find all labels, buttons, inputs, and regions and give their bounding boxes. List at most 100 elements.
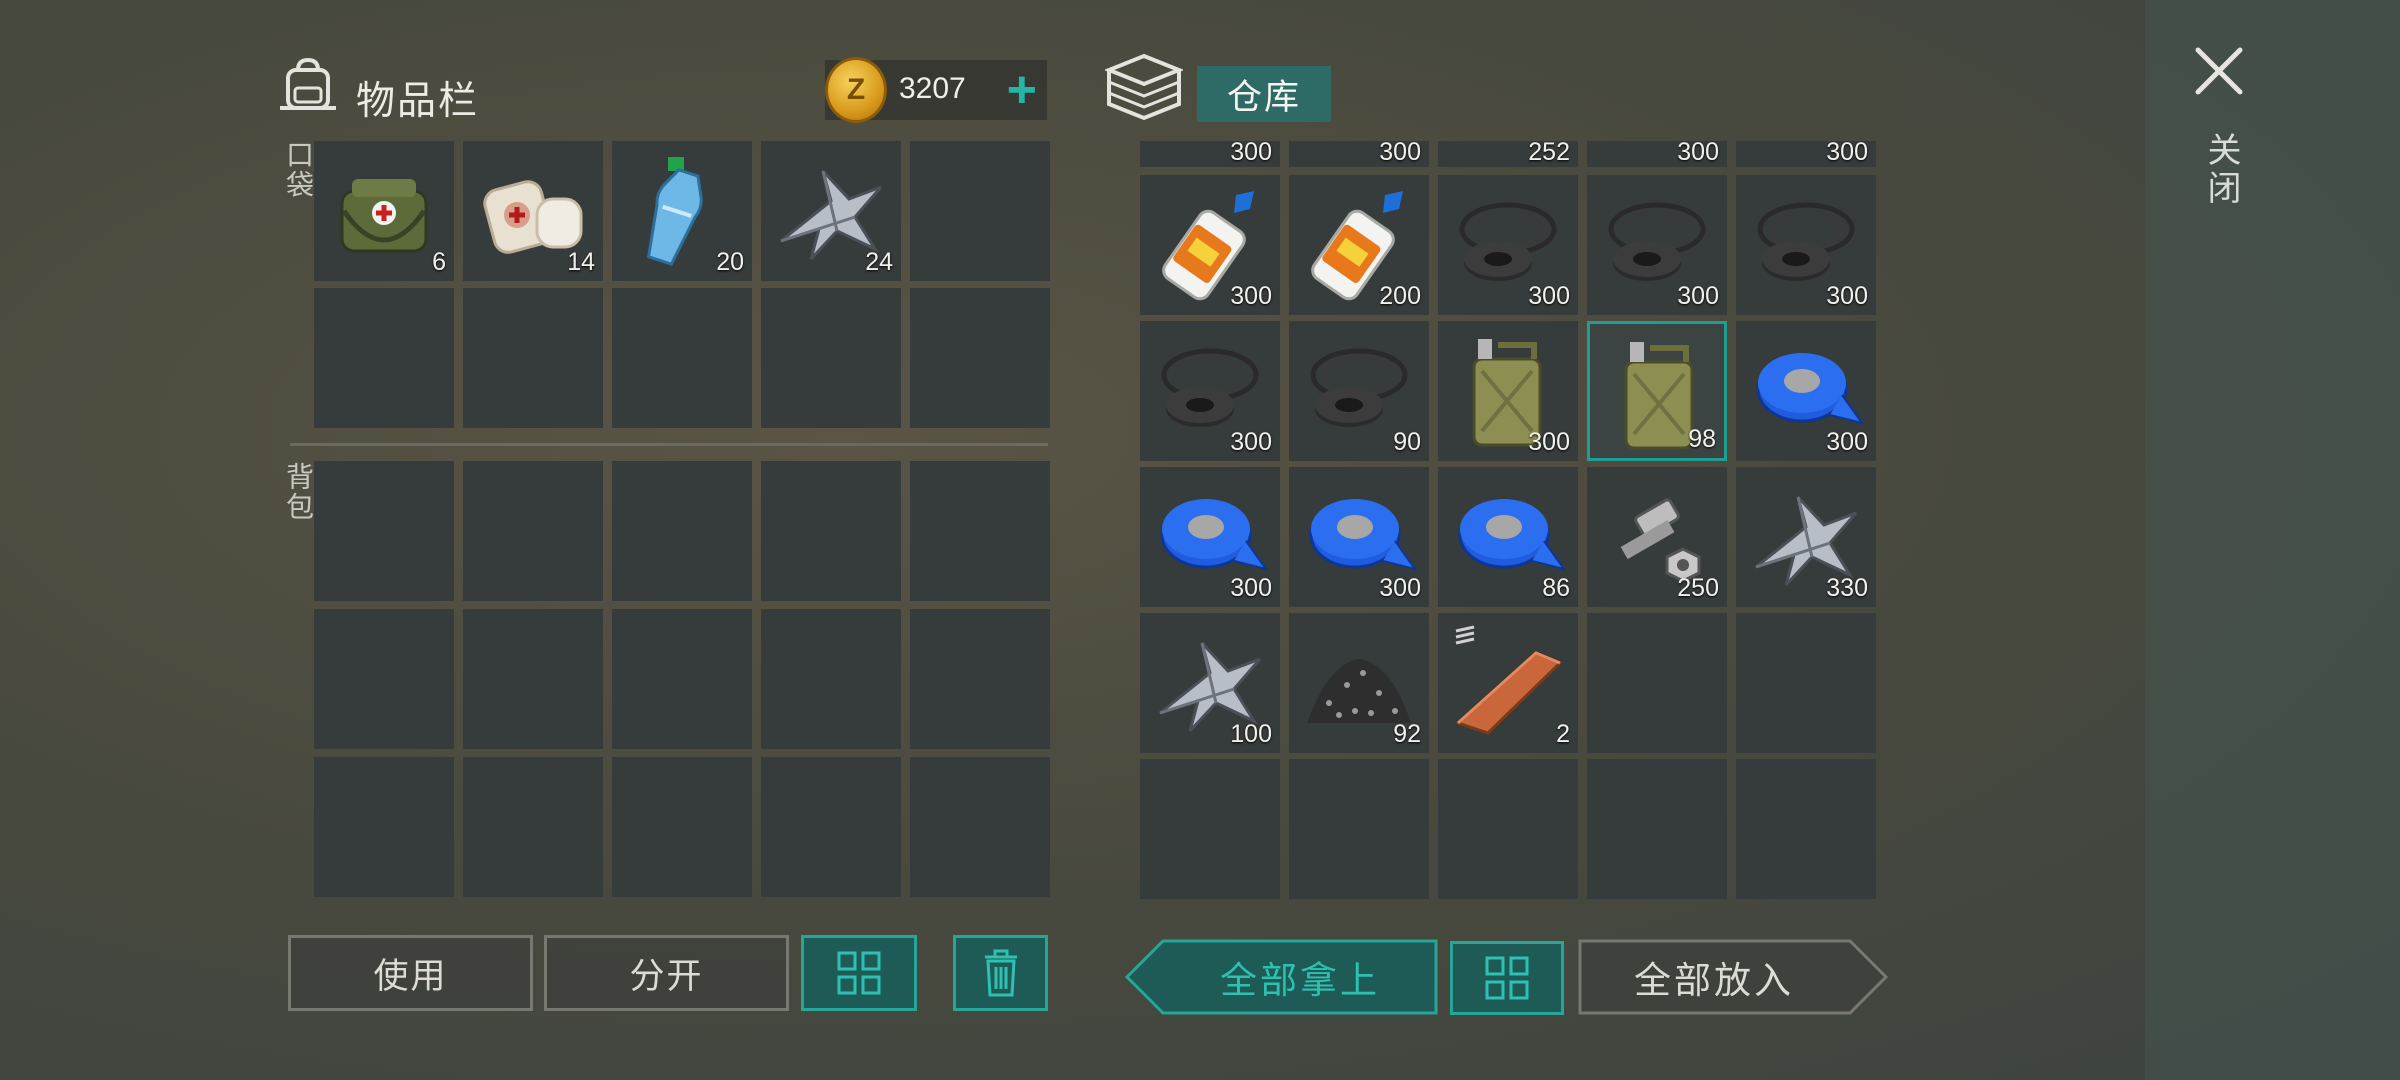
backpack-label: 背包 [283,462,314,522]
item-count: 300 [1379,574,1421,602]
item-count: 300 [1826,428,1868,456]
pocket-slot[interactable]: 6 [314,141,454,281]
pocket-slot[interactable]: 24 [761,141,901,281]
pocket-slot[interactable] [463,288,603,428]
item-count: 252 [1528,138,1570,166]
backpack-slot[interactable] [612,461,752,601]
item-count: 24 [865,248,893,276]
item-count: 330 [1826,574,1868,602]
storage-slot[interactable]: 300 [1140,321,1280,461]
item-count: 300 [1528,282,1570,310]
pocket-slot[interactable] [314,288,454,428]
storage-slot[interactable]: 300 [1438,175,1578,315]
item-count: 90 [1393,428,1421,456]
storage-slot[interactable] [1587,613,1727,753]
pocket-slot[interactable]: 14 [463,141,603,281]
grid-sort-icon [837,951,881,995]
storage-slot-partial[interactable]: 300 [1587,138,1727,167]
storage-slot[interactable]: 300 [1438,321,1578,461]
sort-storage-button[interactable] [1450,941,1564,1015]
item-count: 86 [1542,574,1570,602]
pocket-slot[interactable] [910,141,1050,281]
backpack-slot[interactable] [314,757,454,897]
pocket-slot[interactable] [761,288,901,428]
item-count: 200 [1379,282,1421,310]
pocket-slot[interactable] [612,288,752,428]
coin-amount: 3207 [899,72,966,105]
use-button[interactable]: 使用 [288,935,533,1011]
backpack-slot[interactable] [910,609,1050,749]
backpack-slot[interactable] [910,757,1050,897]
item-count: 14 [567,248,595,276]
add-coins-button[interactable]: + [1007,64,1037,116]
backpack-slot[interactable] [314,461,454,601]
storage-slot[interactable]: 300 [1140,467,1280,607]
sort-inventory-button[interactable] [801,935,917,1011]
put-all-button[interactable]: 全部放入 [1578,939,1888,1015]
storage-slot[interactable]: 98 [1587,321,1727,461]
item-count: 300 [1230,574,1272,602]
storage-slot[interactable]: 330 [1736,467,1876,607]
item-count: 92 [1393,720,1421,748]
item-count: 250 [1677,574,1719,602]
item-count: 300 [1677,282,1719,310]
item-count: 300 [1379,138,1421,166]
backpack-slot[interactable] [314,609,454,749]
backpack-slot[interactable] [761,461,901,601]
pocket-label: 口袋 [283,140,314,200]
backpack-slot[interactable] [612,609,752,749]
storage-slot[interactable]: 100 [1140,613,1280,753]
item-count: 6 [432,248,446,276]
right-side-strip [2145,0,2400,1080]
storage-slot[interactable]: 2 [1438,613,1578,753]
put-all-label: 全部放入 [1634,960,1794,1001]
close-label[interactable]: 关闭 [2197,132,2246,208]
delete-button[interactable] [953,935,1048,1011]
item-count: 300 [1230,428,1272,456]
item-count: 300 [1230,138,1272,166]
storage-slot[interactable] [1587,759,1727,899]
storage-slot[interactable]: 300 [1736,175,1876,315]
close-icon[interactable] [2190,42,2248,100]
pocket-slot[interactable] [910,288,1050,428]
storage-tab[interactable]: 仓库 [1197,66,1331,122]
storage-slot[interactable]: 200 [1289,175,1429,315]
backpack-slot[interactable] [612,757,752,897]
split-button[interactable]: 分开 [544,935,789,1011]
storage-slot[interactable] [1736,759,1876,899]
backpack-icon [280,58,336,110]
item-count: 98 [1688,425,1716,453]
copper-bar-icon [1455,625,1563,735]
take-all-button[interactable]: 全部拿上 [1125,939,1438,1015]
backpack-slot[interactable] [463,609,603,749]
take-all-label: 全部拿上 [1220,960,1380,1001]
backpack-slot[interactable] [761,609,901,749]
storage-slot[interactable]: 300 [1140,175,1280,315]
storage-slot[interactable] [1736,613,1876,753]
backpack-slot[interactable] [910,461,1050,601]
medkit-bag-icon [340,179,428,253]
storage-slot-partial[interactable]: 300 [1140,138,1280,167]
item-count: 20 [716,248,744,276]
storage-slot[interactable]: 90 [1289,321,1429,461]
backpack-slot[interactable] [463,757,603,897]
item-count: 300 [1230,282,1272,310]
grid-sort-icon [1485,956,1529,1000]
storage-slot[interactable]: 86 [1438,467,1578,607]
storage-slot[interactable]: 300 [1736,321,1876,461]
backpack-slot[interactable] [761,757,901,897]
storage-slot[interactable] [1438,759,1578,899]
storage-slot-partial[interactable]: 300 [1289,138,1429,167]
pocket-slot[interactable]: 20 [612,141,752,281]
storage-slot[interactable]: 250 [1587,467,1727,607]
item-count: 300 [1826,138,1868,166]
storage-slot-partial[interactable]: 300 [1736,138,1876,167]
storage-slot-partial[interactable]: 252 [1438,138,1578,167]
storage-slot[interactable] [1289,759,1429,899]
storage-slot[interactable]: 300 [1587,175,1727,315]
storage-slot[interactable]: 92 [1289,613,1429,753]
item-count: 100 [1230,720,1272,748]
storage-slot[interactable] [1140,759,1280,899]
backpack-slot[interactable] [463,461,603,601]
storage-slot[interactable]: 300 [1289,467,1429,607]
